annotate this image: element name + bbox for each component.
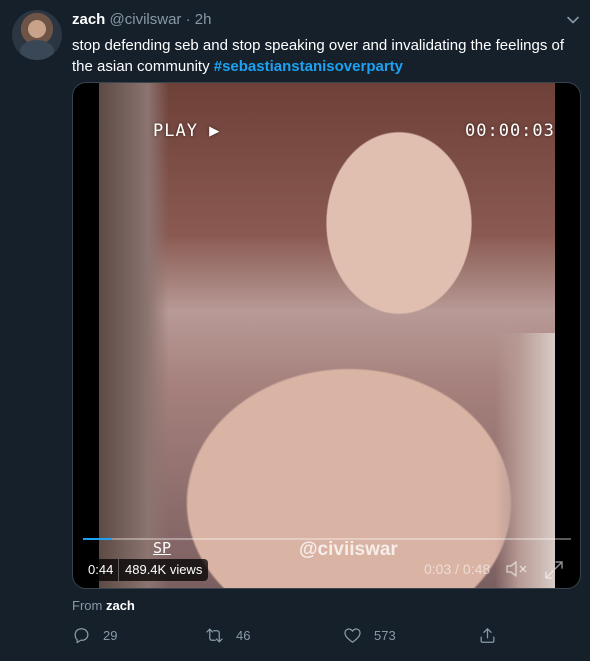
tape-icon xyxy=(527,541,551,557)
video-watermark: @civiiswar xyxy=(299,539,398,560)
share-icon xyxy=(480,627,495,643)
heart-icon xyxy=(344,627,361,643)
reply-button[interactable]: 29 xyxy=(72,624,117,646)
like-button[interactable]: 573 xyxy=(343,624,396,646)
video-time-display: 0:03 / 0:48 xyxy=(424,561,491,577)
tweet-actions: 29 46 573 xyxy=(72,624,502,648)
video-player[interactable]: PLAY ▶ 00:00:03 SP @civiiswar 0:44 489.4… xyxy=(72,82,581,589)
reply-count: 29 xyxy=(103,627,118,643)
video-duration-badge: 0:44 xyxy=(83,559,119,581)
tweet-timestamp[interactable]: 2h xyxy=(195,11,212,28)
retweet-count: 46 xyxy=(236,627,251,643)
tweet[interactable]: zach @civilswar · 2h stop defending seb … xyxy=(0,0,590,661)
source-prefix: From xyxy=(72,598,103,613)
tweet-text: stop defending seb and stop speaking ove… xyxy=(72,35,580,77)
hashtag-link[interactable]: #sebastianstanisoverparty xyxy=(214,58,403,75)
share-button[interactable] xyxy=(478,624,509,646)
header-separator: · xyxy=(185,11,191,28)
chevron-down-icon[interactable] xyxy=(566,13,580,27)
author-handle[interactable]: @civilswar xyxy=(110,11,182,28)
source-account-link[interactable]: zach xyxy=(106,598,135,613)
vhs-play-overlay: PLAY ▶ xyxy=(153,121,221,141)
reply-icon xyxy=(74,627,89,643)
vhs-timecode-overlay: 00:00:03 xyxy=(465,121,555,141)
tweet-header: zach @civilswar · 2h xyxy=(72,11,211,28)
mute-icon[interactable] xyxy=(505,559,529,579)
like-count: 573 xyxy=(374,627,396,643)
avatar[interactable] xyxy=(12,10,62,60)
author-name[interactable]: zach xyxy=(72,11,105,28)
video-progress-bar[interactable] xyxy=(83,538,571,540)
expand-icon[interactable] xyxy=(543,559,565,581)
vhs-sp-overlay: SP xyxy=(153,539,172,557)
retweet-button[interactable]: 46 xyxy=(205,624,250,646)
video-frame[interactable]: PLAY ▶ 00:00:03 SP @civiiswar xyxy=(99,83,555,588)
video-progress-fill xyxy=(83,538,113,540)
video-source-attribution: From zach xyxy=(72,598,135,613)
video-views-badge: 489.4K views xyxy=(118,559,209,581)
retweet-icon xyxy=(206,628,223,642)
